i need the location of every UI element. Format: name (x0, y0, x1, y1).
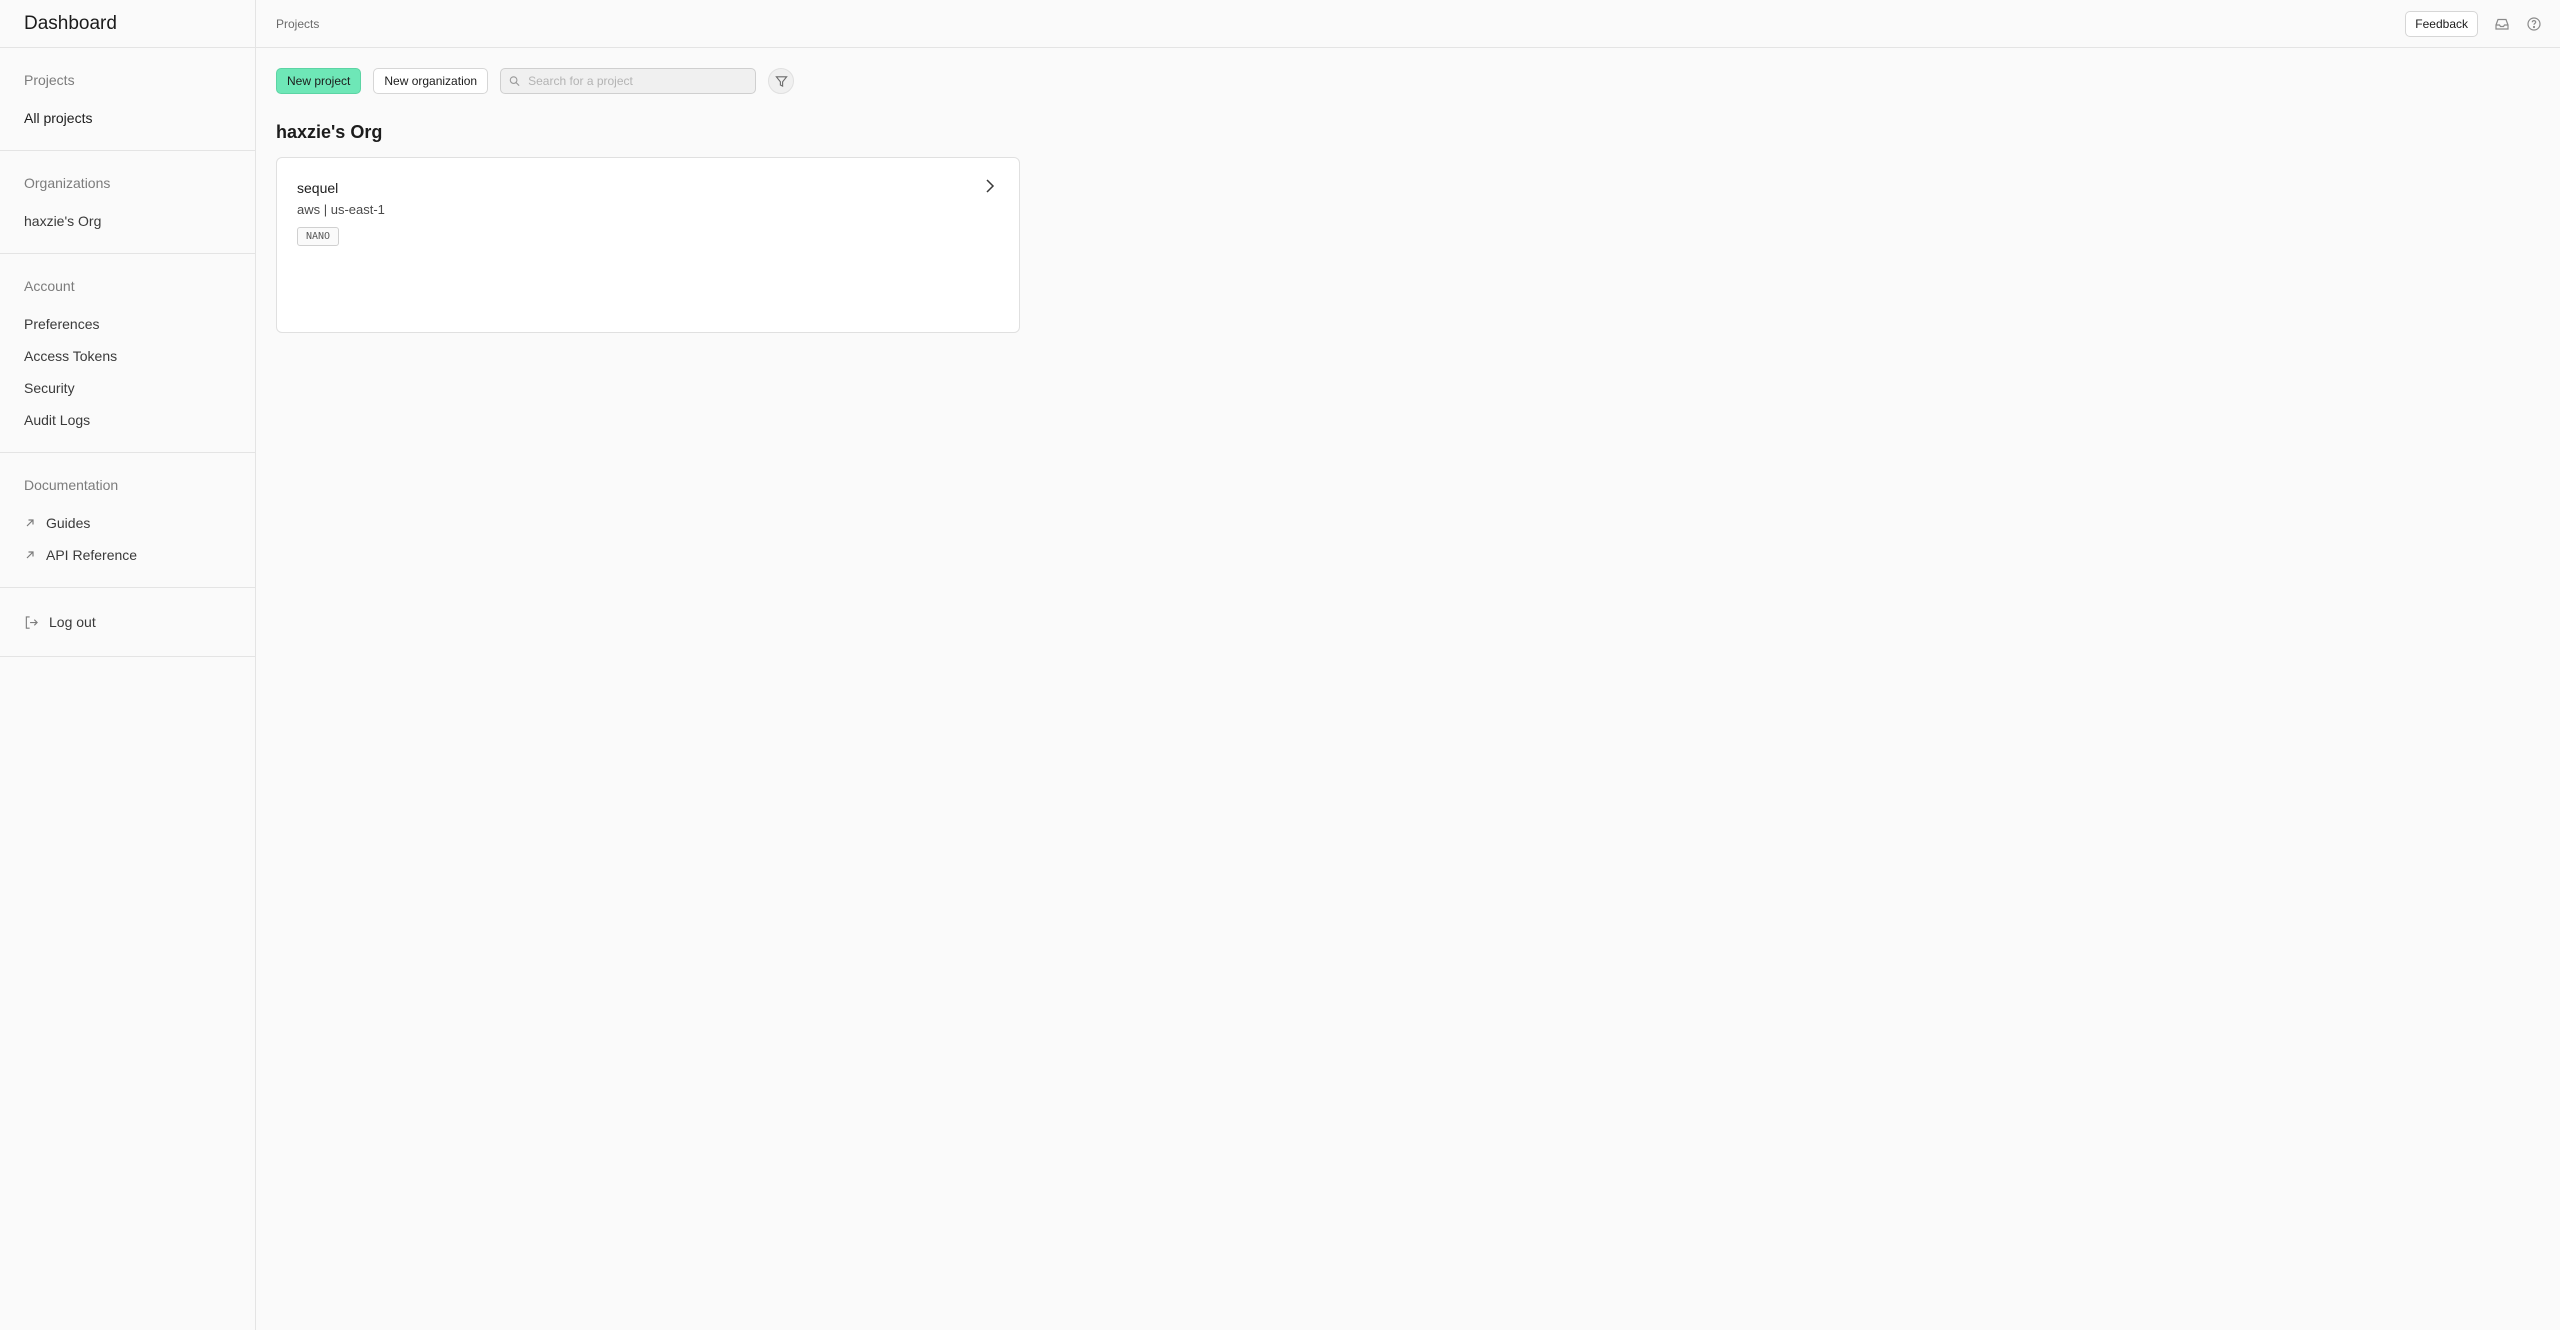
sidebar-item-guides[interactable]: Guides (24, 507, 231, 539)
toolbar: New project New organization (276, 68, 2540, 94)
sidebar-item-all-projects[interactable]: All projects (24, 102, 231, 134)
nav-heading-projects: Projects (24, 72, 75, 88)
sidebar-item-guides-label: Guides (46, 515, 91, 531)
sidebar-title: Dashboard (24, 12, 117, 34)
nav-heading-organizations: Organizations (24, 175, 111, 191)
sidebar-item-access-tokens[interactable]: Access Tokens (24, 340, 231, 372)
sidebar-item-org[interactable]: haxzie's Org (24, 205, 231, 237)
filter-icon (774, 75, 788, 87)
new-project-button[interactable]: New project (276, 68, 362, 94)
sidebar-header: Dashboard (0, 0, 255, 48)
external-link-icon (26, 551, 34, 559)
nav-section-account: Account Preferences Access Tokens Securi… (0, 254, 255, 453)
feedback-button[interactable]: Feedback (2405, 10, 2478, 37)
filter-button[interactable] (768, 68, 795, 94)
main-area: Projects Feedback New project New organi… (256, 0, 2560, 1330)
logout-button[interactable]: Log out (24, 606, 231, 638)
sidebar-item-api-reference[interactable]: API Reference (24, 539, 231, 571)
project-region: aws | us-east-1 (297, 202, 385, 217)
org-title: haxzie's Org (276, 122, 383, 142)
sidebar-item-security[interactable]: Security (24, 372, 231, 404)
search-box (500, 68, 757, 94)
sidebar-item-api-reference-label: API Reference (46, 547, 138, 563)
nav-section-organizations: Organizations haxzie's Org (0, 151, 255, 254)
logout-label: Log out (49, 614, 96, 630)
app-root: Dashboard Projects All projects Organiza… (0, 0, 2560, 1330)
search-icon (509, 76, 520, 86)
inbox-icon[interactable] (2494, 16, 2510, 32)
project-card[interactable]: sequel aws | us-east-1 NANO (276, 157, 1020, 333)
sidebar: Dashboard Projects All projects Organiza… (0, 0, 256, 1330)
breadcrumb[interactable]: Projects (276, 17, 319, 31)
logout-icon (25, 615, 38, 629)
nav-section-documentation: Documentation Guides API Reference (0, 453, 255, 588)
external-link-icon (26, 519, 34, 527)
project-size-badge: NANO (297, 227, 340, 246)
nav-heading-documentation: Documentation (24, 477, 119, 493)
sidebar-item-audit-logs[interactable]: Audit Logs (24, 404, 231, 436)
project-name: sequel (297, 180, 339, 196)
nav-heading-account: Account (24, 278, 75, 294)
content: New project New organization haxzie's Or… (256, 48, 2560, 333)
logout-section: Log out (0, 588, 255, 657)
topbar-actions: Feedback (2405, 10, 2542, 37)
nav-section-projects: Projects All projects (0, 48, 255, 151)
sidebar-item-preferences[interactable]: Preferences (24, 308, 231, 340)
search-input[interactable] (528, 74, 748, 88)
new-organization-button[interactable]: New organization (373, 68, 489, 94)
chevron-right-icon (986, 179, 995, 193)
topbar: Projects Feedback (256, 0, 2560, 48)
help-icon[interactable] (2526, 16, 2542, 32)
